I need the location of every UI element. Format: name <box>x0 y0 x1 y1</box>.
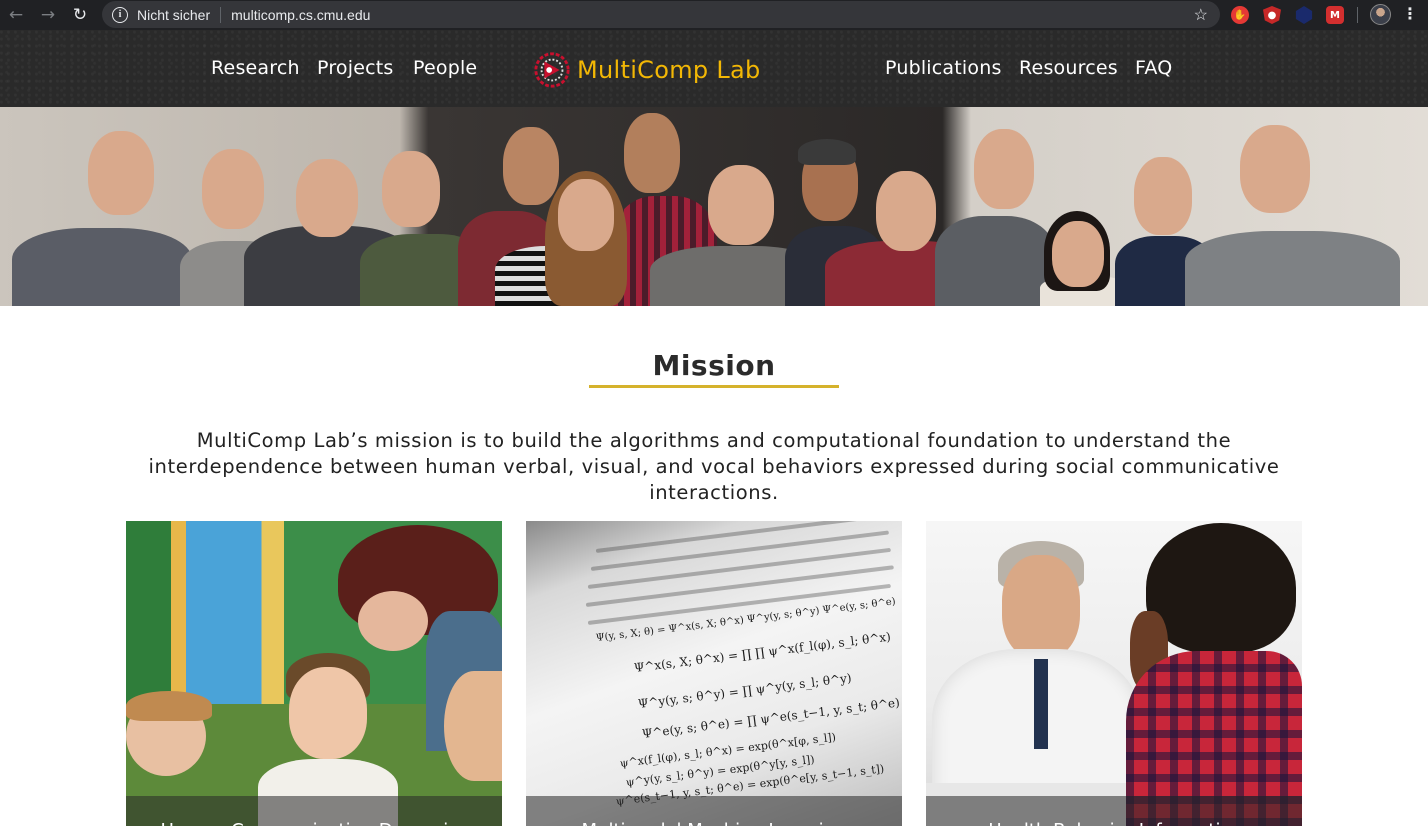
text-line <box>590 530 890 571</box>
person-head <box>88 131 154 215</box>
text-line <box>585 565 894 607</box>
url-text[interactable]: multicomp.cs.cmu.edu <box>231 7 370 23</box>
person-head <box>202 149 264 229</box>
address-bar[interactable]: i Nicht sicher multicomp.cs.cmu.edu ☆ <box>102 1 1220 28</box>
person-head <box>624 113 680 193</box>
person-head <box>1134 157 1192 235</box>
toolbar-divider <box>1357 7 1358 23</box>
nav-publications[interactable]: Publications <box>885 57 1002 79</box>
mission-title: Mission <box>652 349 776 382</box>
address-separator <box>220 6 222 23</box>
right-child <box>444 671 502 781</box>
baseball-cap <box>798 139 856 165</box>
person-body <box>1185 231 1400 306</box>
star-icon[interactable]: ☆ <box>1194 5 1208 25</box>
hexagon-extension-icon[interactable] <box>1295 6 1313 24</box>
person-body <box>935 216 1055 306</box>
hero-group-photo <box>0 107 1428 306</box>
left-child-hair <box>126 691 212 721</box>
site-logo[interactable]: MultiComp Lab <box>533 51 761 89</box>
formula-line: Ψ^x(s, X; θ^x) = ∏ ∏ ψ^x(f_l(φ), s_l; θ^… <box>633 629 892 675</box>
boy-face <box>289 667 367 759</box>
person-head <box>876 171 936 251</box>
patient-hair <box>1146 523 1296 653</box>
person-head <box>1052 221 1104 287</box>
shield-extension-icon[interactable]: ● <box>1263 6 1281 24</box>
mission-underline <box>589 385 839 388</box>
multicomp-logo-icon <box>534 52 570 88</box>
person-head <box>296 159 358 237</box>
card-human-communication[interactable]: Human Communication Dynamics <box>126 521 502 826</box>
hand-stop-extension-icon[interactable]: ✋ <box>1231 6 1249 24</box>
person-head <box>503 127 559 205</box>
person-head <box>1240 125 1310 213</box>
nav-research[interactable]: Research <box>211 57 300 79</box>
security-label[interactable]: Nicht sicher <box>137 7 210 23</box>
person-head <box>382 151 440 227</box>
doctor-patient-photo <box>926 521 1302 826</box>
back-arrow-icon[interactable]: ← <box>0 0 32 30</box>
person-body <box>12 228 192 306</box>
card-caption[interactable]: Human Communication Dynamics <box>126 796 502 826</box>
browser-toolbar: ← → ↻ i Nicht sicher multicomp.cs.cmu.ed… <box>0 0 1428 30</box>
text-line <box>587 547 891 589</box>
reload-icon[interactable]: ↻ <box>64 0 96 30</box>
info-icon[interactable]: i <box>112 6 128 23</box>
children-classroom-photo <box>126 521 502 826</box>
person-head <box>974 129 1034 209</box>
forward-arrow-icon[interactable]: → <box>32 0 64 30</box>
card-caption[interactable]: Health Behavior Informatics <box>926 796 1302 826</box>
nav-faq[interactable]: FAQ <box>1135 57 1172 79</box>
nav-people[interactable]: People <box>413 57 477 79</box>
card-multimodal-ml[interactable]: Ψ(y, s, X; θ) = Ψ^x(s, X; θ^x) Ψ^y(y, s;… <box>526 521 902 826</box>
mission-statement: MultiComp Lab’s mission is to build the … <box>148 429 1280 504</box>
m-logo-extension-icon[interactable]: M <box>1326 6 1344 24</box>
site-header: Research Projects People MultiComp Lab P… <box>0 30 1428 107</box>
profile-avatar[interactable] <box>1370 4 1391 25</box>
doctor-face <box>1002 555 1080 659</box>
person-head <box>558 179 614 251</box>
nav-resources[interactable]: Resources <box>1019 57 1118 79</box>
book-formulas-photo: Ψ(y, s, X; θ) = Ψ^x(s, X; θ^x) Ψ^y(y, s;… <box>526 521 902 826</box>
card-health-behavior[interactable]: Health Behavior Informatics <box>926 521 1302 826</box>
logo-text[interactable]: MultiComp Lab <box>577 56 761 84</box>
doctor-tie <box>1034 659 1048 749</box>
nav-projects[interactable]: Projects <box>317 57 394 79</box>
vertical-dots-icon[interactable]: ⋮ <box>1402 4 1418 23</box>
person-head <box>708 165 774 245</box>
teacher-face <box>358 591 428 651</box>
card-caption[interactable]: Multimodal Machine Learning <box>526 796 902 826</box>
